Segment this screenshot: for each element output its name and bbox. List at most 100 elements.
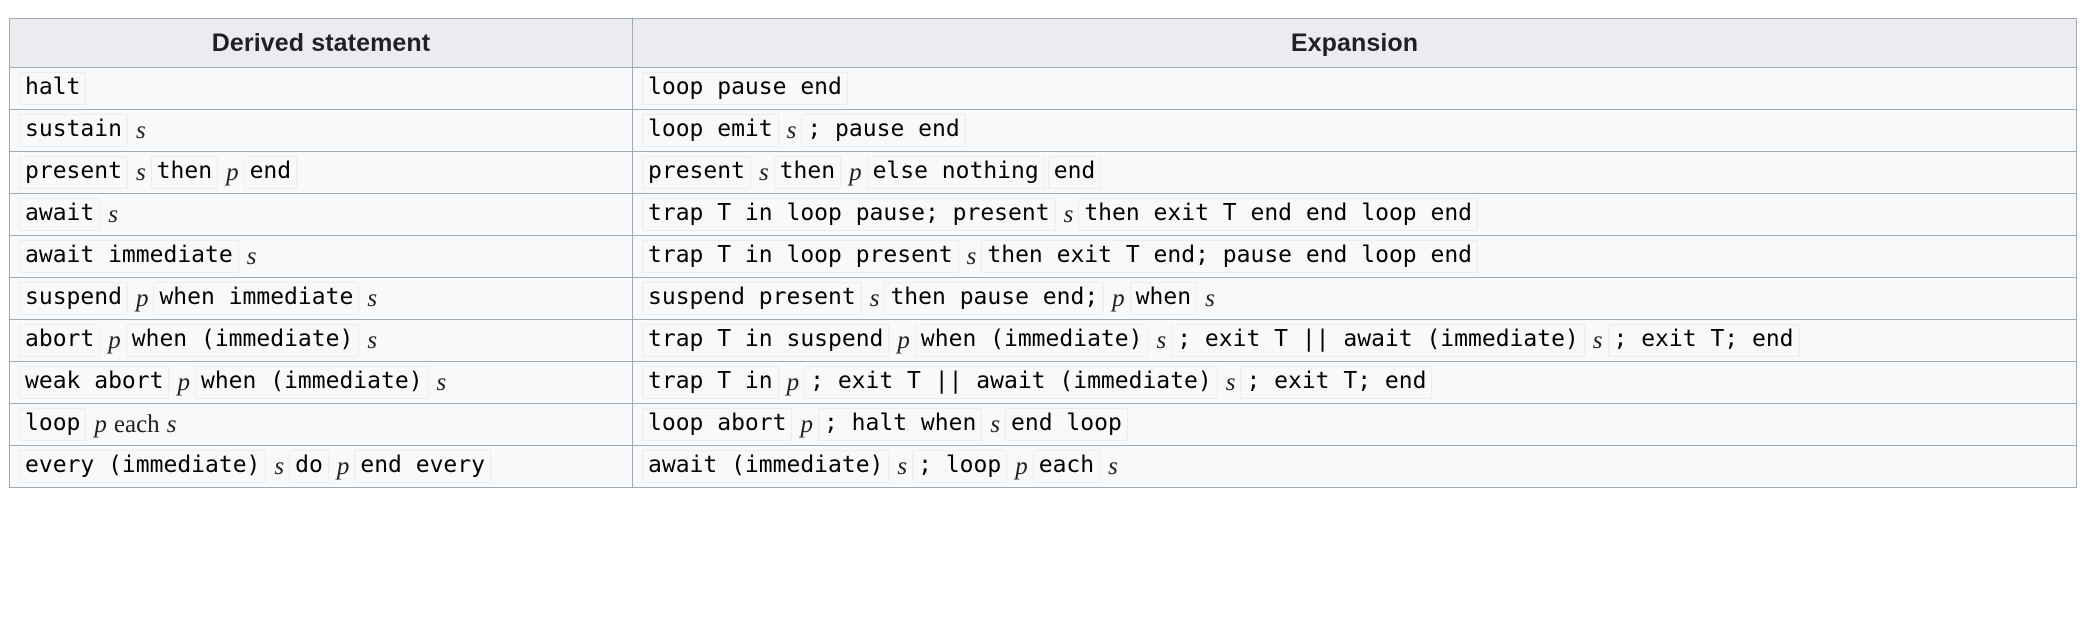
fragment-flow: sustain s — [19, 114, 623, 147]
code-token: loop pause end — [642, 72, 848, 105]
cell-derived-statement: loop p each s — [9, 403, 633, 446]
derived-statements-table: Derived statement Expansion halt loop pau… — [9, 18, 2077, 488]
cell-derived-statement: suspend p when immediate s — [9, 277, 633, 320]
fragment-flow: loop abort p; halt when s end loop — [642, 408, 2067, 441]
code-token: trap T in — [642, 366, 779, 399]
metavariable: s — [246, 242, 257, 270]
table-row: loop p each s loop abort p; halt when s end loo… — [9, 403, 2077, 446]
fragment-flow: loop p each s — [19, 408, 623, 441]
fragment-flow: suspend p when immediate s — [19, 282, 623, 315]
column-header-expansion: Expansion — [632, 18, 2077, 68]
code-token: else nothing — [866, 156, 1045, 189]
cell-expansion: trap T in suspend p when (immediate) s; exi… — [632, 319, 2077, 362]
code-token: present — [642, 156, 751, 189]
cell-expansion: loop emit s; pause end — [632, 109, 2077, 152]
code-token: trap T in loop pause; present — [642, 198, 1056, 231]
table-row: await immediate s trap T in loop present s t… — [9, 235, 2077, 278]
code-token: await (immediate) — [642, 450, 890, 483]
metavariable: p — [336, 452, 350, 480]
code-token: ; exit T; end — [1607, 324, 1800, 357]
cell-expansion: await (immediate) s; loop p each s — [632, 445, 2077, 488]
metavariable: s — [897, 452, 908, 480]
fragment-flow: halt — [19, 72, 623, 105]
cell-expansion: present s then p else nothing end — [632, 151, 2077, 194]
fragment-flow: weak abort p when (immediate) s — [19, 366, 623, 399]
fragment-flow: await s — [19, 198, 623, 231]
cell-expansion: trap T in p; exit T || await (immediate) s… — [632, 361, 2077, 404]
fragment-flow: await immediate s — [19, 240, 623, 273]
cell-derived-statement: abort p when (immediate) s — [9, 319, 633, 362]
code-token: present — [19, 156, 128, 189]
code-token: weak abort — [19, 366, 170, 399]
metavariable: s — [869, 284, 880, 312]
code-token: do — [289, 450, 329, 483]
code-token: await immediate — [19, 240, 239, 273]
metavariable: s — [966, 242, 977, 270]
keyword-word: each — [113, 410, 160, 438]
code-token: then exit T end; pause end loop end — [981, 240, 1479, 273]
code-token: sustain — [19, 114, 128, 147]
code-token: when (immediate) — [125, 324, 360, 357]
cell-derived-statement: sustain s — [9, 109, 633, 152]
code-token: abort — [19, 324, 101, 357]
code-token: end loop — [1005, 408, 1128, 441]
table-header: Derived statement Expansion — [9, 18, 2077, 68]
cell-expansion: suspend present s then pause end; p when s — [632, 277, 2077, 320]
metavariable: s — [1205, 284, 1215, 312]
fragment-flow: trap T in p; exit T || await (immediate) s… — [642, 366, 2067, 399]
metavariable: p — [135, 284, 149, 312]
cell-expansion: loop pause end — [632, 67, 2077, 110]
fragment-flow: abort p when (immediate) s — [19, 324, 623, 357]
code-token: suspend present — [642, 282, 862, 315]
code-token: ; exit T; end — [1240, 366, 1433, 399]
fragment-flow: await (immediate) s; loop p each s — [642, 450, 2067, 483]
code-token: halt — [19, 72, 87, 105]
table-row: weak abort p when (immediate) s trap T in p; … — [9, 361, 2077, 404]
table-row: suspend p when immediate s suspend present s t… — [9, 277, 2077, 320]
cell-derived-statement: await s — [9, 193, 633, 236]
metavariable: p — [786, 368, 800, 396]
code-token: end — [243, 156, 298, 189]
metavariable: p — [800, 410, 813, 438]
metavariable: s — [135, 116, 146, 144]
code-token: ; exit T || await (immediate) — [1171, 324, 1585, 357]
code-token: then — [150, 156, 219, 189]
code-token: suspend — [19, 282, 128, 315]
metavariable: s — [436, 368, 447, 396]
metavariable: p — [1015, 452, 1028, 480]
table-row: halt loop pause end — [9, 67, 2077, 110]
metavariable: s — [166, 410, 177, 438]
metavariable: s — [135, 158, 146, 186]
code-token: when — [1129, 282, 1198, 315]
cell-derived-statement: weak abort p when (immediate) s — [9, 361, 633, 404]
fragment-flow: trap T in loop pause; present s then exit … — [642, 198, 2067, 231]
code-token: ; halt when — [817, 408, 983, 441]
metavariable: p — [1112, 284, 1125, 312]
code-token: loop emit — [642, 114, 779, 147]
metavariable: s — [108, 200, 118, 228]
metavariable: p — [897, 326, 910, 354]
code-token: ; loop — [912, 450, 1008, 483]
cell-derived-statement: every (immediate) s do p end every — [9, 445, 633, 488]
code-token: await — [19, 198, 101, 231]
metavariable: s — [990, 410, 1001, 438]
metavariable: p — [108, 326, 121, 354]
code-token: then pause end; — [884, 282, 1105, 315]
metavariable: s — [367, 326, 378, 354]
code-token: trap T in suspend — [642, 324, 890, 357]
code-token: then exit T end end loop end — [1078, 198, 1479, 231]
cell-derived-statement: await immediate s — [9, 235, 633, 278]
metavariable: s — [367, 284, 378, 312]
metavariable: s — [1592, 326, 1603, 354]
table-body: halt loop pause end sustain s loop emit s; pa… — [9, 67, 2077, 488]
table-row: sustain s loop emit s; pause end — [9, 109, 2077, 152]
code-token: ; pause end — [801, 114, 966, 147]
cell-derived-statement: present s then p end — [9, 151, 633, 194]
metavariable: s — [274, 452, 285, 480]
code-token: each — [1032, 450, 1101, 483]
fragment-flow: suspend present s then pause end; p when s — [642, 282, 2067, 315]
code-token: end every — [354, 450, 491, 483]
fragment-flow: present s then p end — [19, 156, 623, 189]
code-token: end — [1047, 156, 1102, 189]
metavariable: p — [226, 158, 239, 186]
